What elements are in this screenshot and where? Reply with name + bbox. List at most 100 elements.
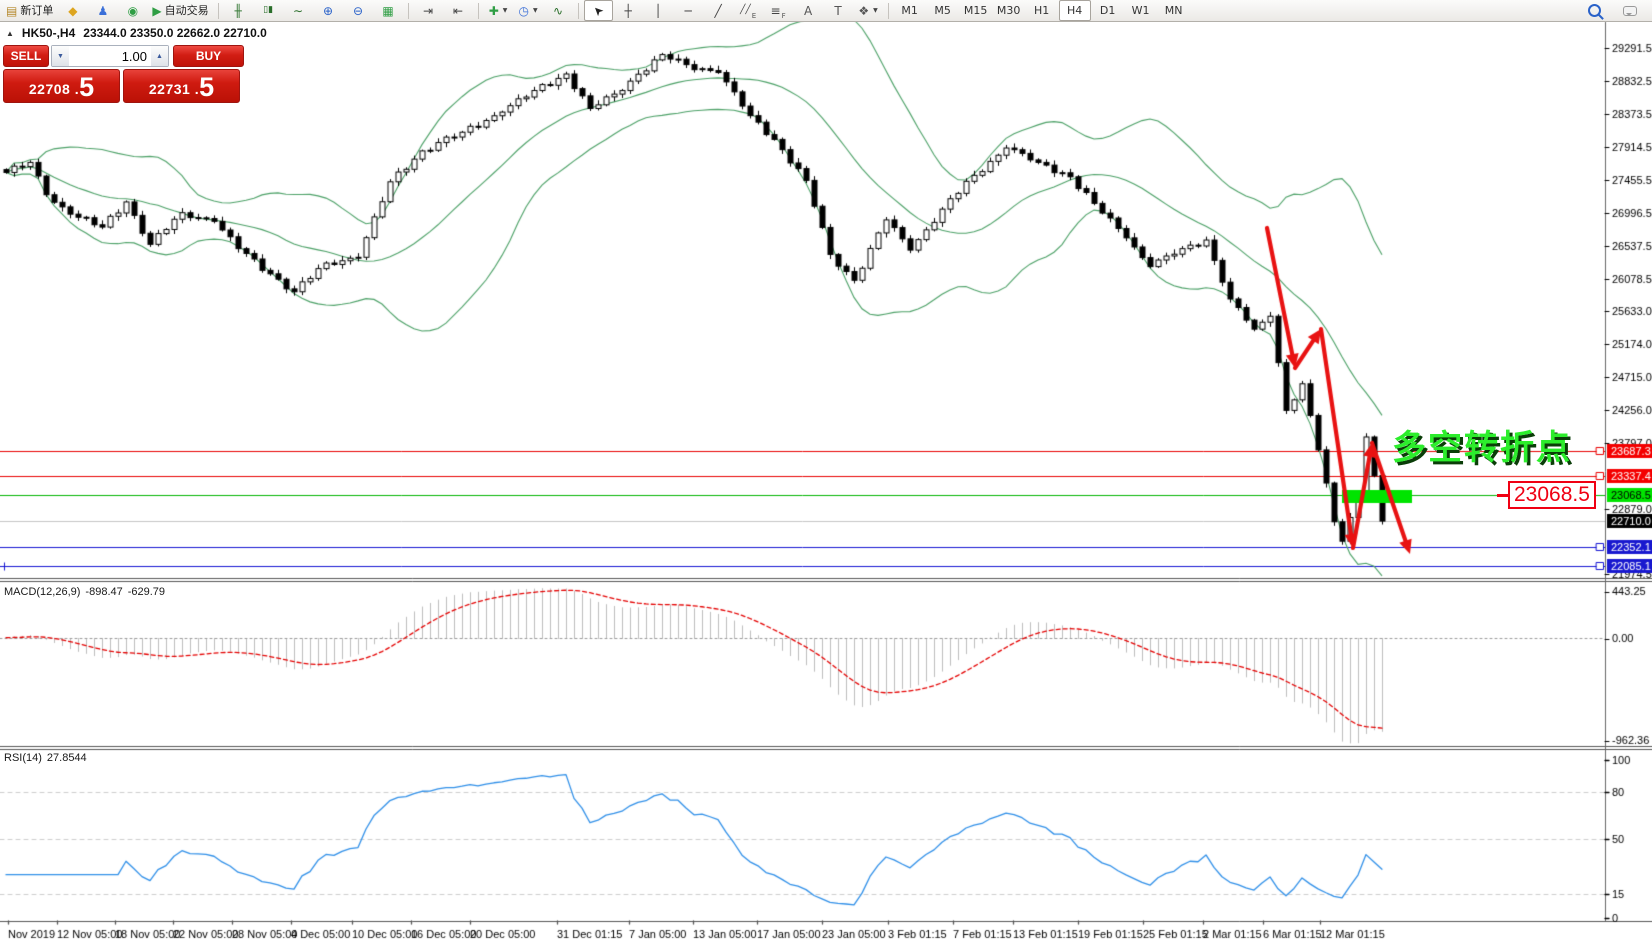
new-order-button-label: 新订单 [20,5,53,16]
auto-scroll-icon: ⇤ [453,5,463,17]
candlestick-chart-button[interactable]: ▯▮ [254,0,283,21]
volume-stepper: ▼ ▲ [51,45,169,67]
ohlc-values-label: 23344.0 23350.0 22662.0 22710.0 [83,26,267,40]
macd-name: MACD(12,26,9) [4,586,80,598]
line-chart-icon: ∼ [293,5,303,17]
chart-shift-button[interactable]: ⇥ [414,0,443,21]
favorites-icon: ◆ [68,5,77,17]
cursor-icon: ➤ [590,3,606,19]
new-chart-icon: ✚ [489,5,499,17]
zoom-in-icon: ⊕ [323,5,333,17]
chart-title: ▲ HK50-,H4 23344.0 23350.0 22662.0 22710… [6,26,267,40]
arrows-button[interactable]: ❖▼ [854,0,883,21]
indicators-icon: ∿ [553,5,563,17]
timeframe-mn-button[interactable]: MN [1158,0,1190,21]
macd-value-1: -898.47 [85,586,122,598]
auto-trading-button-label: 自动交易 [165,5,209,16]
cursor-button[interactable]: ➤ [584,0,613,21]
main-toolbar: ▤新订单◆♟◉▶自动交易╫▯▮∼⊕⊖▦⇥⇤✚▼◷▼∿➤┼│─╱╱╱E≡FAT❖▼… [0,0,1652,22]
horizontal-line-button[interactable]: ─ [674,0,703,21]
horizontal-line-icon: ─ [684,5,691,17]
text-button[interactable]: A [794,0,823,21]
zoom-out-button[interactable]: ⊖ [344,0,373,21]
price-value-annotation[interactable]: 23068.5 [1508,481,1596,509]
line-chart-button[interactable]: ∼ [284,0,313,21]
macd-value-2: -629.79 [128,586,165,598]
fibonacci-icon: ≡ [771,5,781,17]
collapse-triangle-icon: ▲ [6,29,14,38]
chevron-down-icon: ▼ [873,8,878,14]
new-order-icon: ▤ [6,5,17,17]
zoom-in-button[interactable]: ⊕ [314,0,343,21]
volume-decrease-button[interactable]: ▼ [52,46,69,66]
bar-chart-button[interactable]: ╫ [224,0,253,21]
channel-icon: ╱╱ [740,6,751,15]
timeframe-w1-button[interactable]: W1 [1125,0,1157,21]
icon-subscript: E [752,13,756,20]
timeframe-m1-button[interactable]: M1 [894,0,926,21]
chevron-down-icon: ▼ [503,8,508,14]
sell-button[interactable]: SELL [3,45,49,67]
toolbar-separator [478,3,479,19]
arrows-icon: ❖ [858,5,869,17]
volume-input[interactable] [69,46,151,66]
indicators-button[interactable]: ∿ [544,0,573,21]
community-icon: ♟ [97,5,108,17]
timeframe-d1-button[interactable]: D1 [1092,0,1124,21]
search-icon [1588,4,1601,17]
timeframe-m5-button[interactable]: M5 [927,0,959,21]
rsi-value: 27.8544 [47,752,87,764]
toolbar-right-group [1580,0,1650,21]
auto-scroll-button[interactable]: ⇤ [444,0,473,21]
vertical-line-icon: │ [654,5,661,17]
buy-price-main: 22731 . [149,78,199,100]
mt4-terminal: { "toolbar": { "groups": [ [ {"name":"ne… [0,0,1652,945]
buy-price[interactable]: 22731 .5 [123,69,240,103]
timeframe-m30-button[interactable]: M30 [993,0,1025,21]
timeframe-h4-button[interactable]: H4 [1059,0,1091,21]
equidistant-channel-button[interactable]: ╱╱E [734,0,763,21]
chevron-down-icon: ▼ [533,8,538,14]
tile-windows-button[interactable]: ▦ [374,0,403,21]
buy-button[interactable]: BUY [173,45,244,67]
vertical-line-button[interactable]: │ [644,0,673,21]
toolbar-separator [218,3,219,19]
period-button[interactable]: ◷▼ [514,0,543,21]
text-label-button[interactable]: T [824,0,853,21]
symbol-period-label: HK50-,H4 [22,26,75,40]
fibonacci-button[interactable]: ≡F [764,0,793,21]
signals-icon: ◉ [128,5,138,17]
chat-button[interactable] [1615,0,1644,21]
toolbar-separator [408,3,409,19]
sell-price[interactable]: 22708 .5 [3,69,120,103]
price-chart-canvas[interactable] [0,0,1652,945]
auto-trading-button[interactable]: ▶ 自动交易 [148,0,212,21]
search-button[interactable] [1580,0,1609,21]
tile-windows-icon: ▦ [382,5,393,17]
sell-price-fraction: 5 [79,75,94,100]
trendline-icon: ╱ [714,5,721,17]
trendline-button[interactable]: ╱ [704,0,733,21]
crosshair-button[interactable]: ┼ [614,0,643,21]
timeframe-h1-button[interactable]: H1 [1026,0,1058,21]
timeframe-m15-button[interactable]: M15 [960,0,992,21]
icon-subscript: F [782,13,786,20]
signals-button[interactable]: ◉ [118,0,147,21]
new-chart-button[interactable]: ✚▼ [484,0,513,21]
chat-icon [1623,6,1637,16]
new-order-button[interactable]: ▤新订单 [2,0,57,21]
toolbar-separator [578,3,579,19]
favorites-button[interactable]: ◆ [58,0,87,21]
turning-point-annotation[interactable]: 多空转折点 [1392,420,1572,469]
zoom-out-icon: ⊖ [353,5,363,17]
text-label-icon: T [834,5,841,17]
volume-increase-button[interactable]: ▲ [151,46,168,66]
text-icon: A [804,5,812,17]
community-button[interactable]: ♟ [88,0,117,21]
rsi-name: RSI(14) [4,752,42,764]
buy-price-fraction: 5 [199,75,214,100]
chart-shift-icon: ⇥ [423,5,433,17]
one-click-trading-panel: SELL ▼ ▲ BUY 22708 .5 22731 .5 [3,45,240,103]
auto-trading-icon: ▶ [152,5,161,17]
clock-icon: ◷ [519,5,529,17]
